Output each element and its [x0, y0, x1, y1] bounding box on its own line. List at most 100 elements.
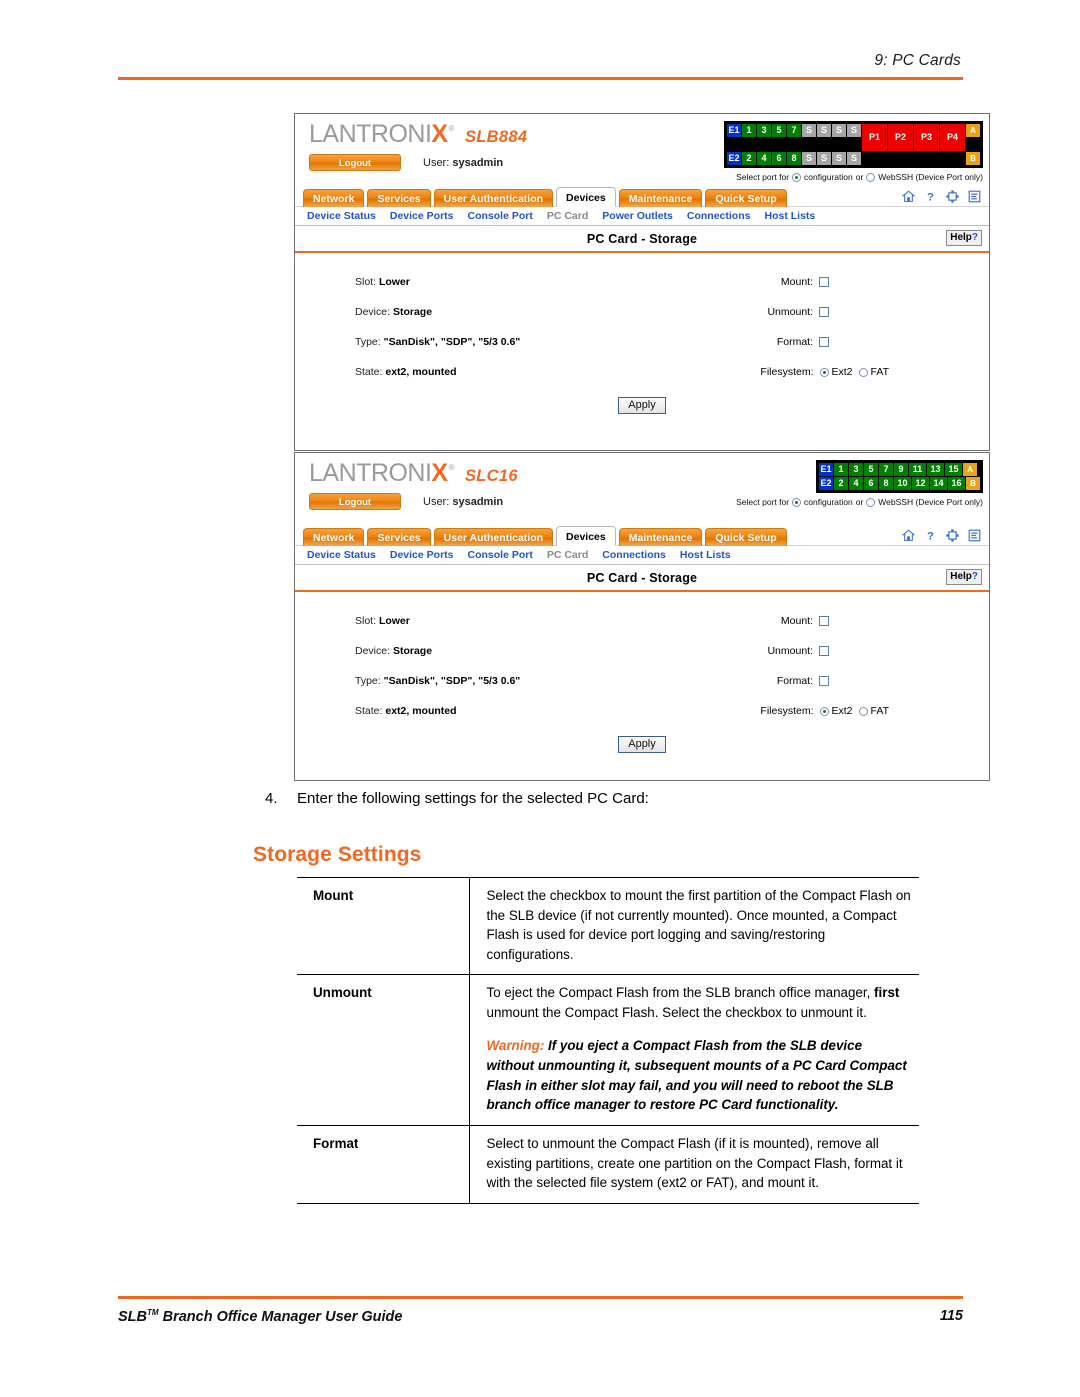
port-cell[interactable]: 16: [948, 477, 965, 490]
port-cell[interactable]: E1: [819, 463, 833, 476]
home-icon[interactable]: [902, 190, 915, 203]
port-cell[interactable]: 12: [912, 477, 929, 490]
tab-devices[interactable]: Devices: [556, 187, 616, 207]
port-cell[interactable]: B: [966, 152, 980, 165]
apply-button[interactable]: Apply: [618, 736, 666, 753]
subnav-console-port[interactable]: Console Port: [468, 549, 533, 561]
port-cell[interactable]: S: [847, 152, 861, 165]
port-cell[interactable]: 14: [930, 477, 947, 490]
port-cell[interactable]: B: [966, 477, 980, 490]
subnav-pc-card[interactable]: PC Card: [547, 210, 588, 222]
radio-webssh[interactable]: [866, 497, 876, 507]
port-cell[interactable]: S: [847, 124, 861, 137]
subnav-connections[interactable]: Connections: [687, 210, 751, 222]
port-cell[interactable]: 2: [834, 477, 848, 490]
help-button[interactable]: Help?: [946, 230, 982, 246]
list-icon[interactable]: [968, 529, 981, 542]
tab-maintenance[interactable]: Maintenance: [618, 189, 703, 207]
port-cell[interactable]: 6: [864, 477, 878, 490]
radio-configuration[interactable]: [792, 497, 802, 507]
radio-fat[interactable]: [858, 706, 868, 716]
apply-button[interactable]: Apply: [618, 397, 666, 414]
filesystem-option-fat[interactable]: FAT: [858, 705, 889, 717]
port-cell[interactable]: 8: [787, 152, 801, 165]
port-cell[interactable]: S: [832, 152, 846, 165]
tab-user-authentication[interactable]: User Authentication: [433, 528, 554, 546]
port-cell[interactable]: E1: [727, 124, 741, 137]
radio-ext2[interactable]: [819, 367, 829, 377]
checkbox-format[interactable]: [819, 676, 829, 686]
home-icon[interactable]: [902, 529, 915, 542]
subnav-device-status[interactable]: Device Status: [307, 210, 376, 222]
logout-button[interactable]: Logout: [309, 154, 401, 171]
subnav-device-status[interactable]: Device Status: [307, 549, 376, 561]
port-cell[interactable]: 7: [787, 124, 801, 137]
logout-button[interactable]: Logout: [309, 493, 401, 510]
checkbox-mount[interactable]: [819, 616, 829, 626]
subnav-power-outlets[interactable]: Power Outlets: [602, 210, 673, 222]
port-cell[interactable]: P1: [862, 124, 887, 151]
port-cell[interactable]: 3: [757, 124, 771, 137]
port-cell[interactable]: P4: [940, 124, 965, 151]
subnav-pc-card[interactable]: PC Card: [547, 549, 588, 561]
radio-configuration[interactable]: [792, 172, 802, 182]
select-port-option-webssh[interactable]: WebSSH (Device Port only): [878, 172, 983, 182]
list-icon[interactable]: [968, 190, 981, 203]
port-cell[interactable]: 9: [894, 463, 908, 476]
port-cell[interactable]: 2: [742, 152, 756, 165]
port-cell[interactable]: E2: [819, 477, 833, 490]
tab-services[interactable]: Services: [367, 189, 431, 207]
subnav-device-ports[interactable]: Device Ports: [390, 549, 454, 561]
port-cell[interactable]: 13: [927, 463, 944, 476]
expand-icon[interactable]: [946, 529, 959, 542]
port-cell[interactable]: S: [832, 124, 846, 137]
port-cell[interactable]: S: [817, 124, 831, 137]
tab-network[interactable]: Network: [303, 189, 365, 207]
filesystem-option-ext2[interactable]: Ext2: [819, 705, 853, 717]
subnav-host-lists[interactable]: Host Lists: [764, 210, 815, 222]
port-cell[interactable]: 4: [849, 477, 863, 490]
tab-maintenance[interactable]: Maintenance: [618, 528, 703, 546]
subnav-host-lists[interactable]: Host Lists: [680, 549, 731, 561]
radio-ext2[interactable]: [819, 706, 829, 716]
subnav-connections[interactable]: Connections: [602, 549, 666, 561]
tab-network[interactable]: Network: [303, 528, 365, 546]
port-cell[interactable]: 7: [879, 463, 893, 476]
port-cell[interactable]: S: [802, 152, 816, 165]
port-cell[interactable]: 3: [849, 463, 863, 476]
radio-fat[interactable]: [858, 367, 868, 377]
select-port-option-configuration[interactable]: configuration: [804, 497, 853, 507]
port-cell[interactable]: P2: [888, 124, 913, 151]
checkbox-format[interactable]: [819, 337, 829, 347]
expand-icon[interactable]: [946, 190, 959, 203]
help-button[interactable]: Help?: [946, 569, 982, 585]
port-cell[interactable]: 6: [772, 152, 786, 165]
port-cell[interactable]: A: [963, 463, 977, 476]
help-question-icon[interactable]: ?: [924, 190, 937, 203]
checkbox-unmount[interactable]: [819, 307, 829, 317]
select-port-option-webssh[interactable]: WebSSH (Device Port only): [878, 497, 983, 507]
port-cell[interactable]: 8: [879, 477, 893, 490]
port-cell[interactable]: 10: [894, 477, 911, 490]
select-port-option-configuration[interactable]: configuration: [804, 172, 853, 182]
port-cell[interactable]: 5: [864, 463, 878, 476]
checkbox-unmount[interactable]: [819, 646, 829, 656]
subnav-console-port[interactable]: Console Port: [468, 210, 533, 222]
tab-user-authentication[interactable]: User Authentication: [433, 189, 554, 207]
filesystem-option-fat[interactable]: FAT: [858, 366, 889, 378]
port-cell[interactable]: S: [817, 152, 831, 165]
tab-services[interactable]: Services: [367, 528, 431, 546]
port-cell[interactable]: S: [802, 124, 816, 137]
filesystem-option-ext2[interactable]: Ext2: [819, 366, 853, 378]
port-cell[interactable]: 15: [945, 463, 962, 476]
port-cell[interactable]: A: [966, 124, 980, 137]
tab-quick-setup[interactable]: Quick Setup: [705, 189, 787, 207]
port-cell[interactable]: 1: [742, 124, 756, 137]
port-cell[interactable]: P3: [914, 124, 939, 151]
port-cell[interactable]: 1: [834, 463, 848, 476]
help-question-icon[interactable]: ?: [924, 529, 937, 542]
tab-devices[interactable]: Devices: [556, 526, 616, 546]
checkbox-mount[interactable]: [819, 277, 829, 287]
subnav-device-ports[interactable]: Device Ports: [390, 210, 454, 222]
radio-webssh[interactable]: [866, 172, 876, 182]
